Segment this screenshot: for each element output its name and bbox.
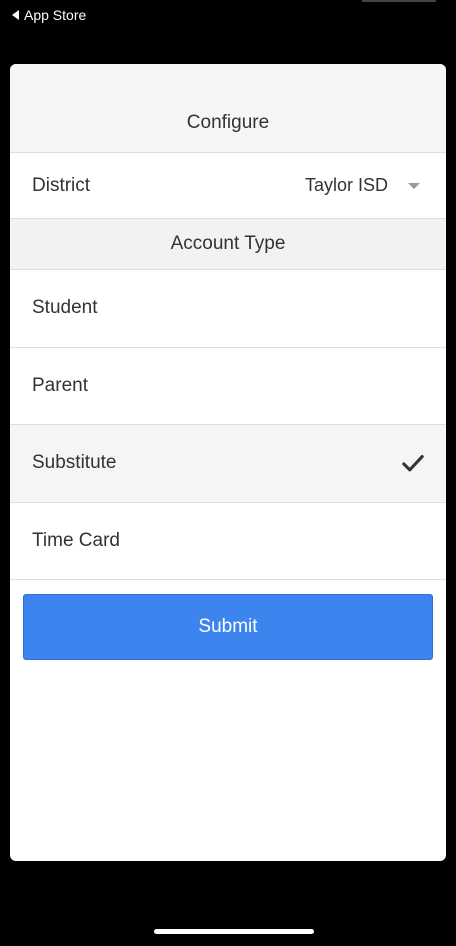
back-link-label: App Store	[24, 7, 87, 23]
district-label: District	[32, 174, 91, 196]
option-parent[interactable]: Parent	[10, 347, 446, 425]
district-select[interactable]: Taylor ISD	[305, 175, 424, 196]
district-selected-value: Taylor ISD	[304, 175, 388, 195]
option-label: Student	[32, 297, 98, 319]
back-arrow-icon	[12, 10, 19, 20]
sheet-header: Configure	[10, 64, 446, 153]
configure-sheet: Configure District Taylor ISD Account Ty…	[10, 64, 446, 861]
section-title: Account Type	[170, 233, 286, 254]
option-label: Parent	[32, 374, 88, 396]
app-screen: App Store Configure District Taylor ISD …	[0, 0, 456, 946]
option-label: Substitute	[32, 452, 117, 474]
status-indicator	[362, 0, 436, 2]
option-label: Time Card	[32, 529, 120, 551]
status-bar: App Store	[0, 0, 456, 34]
back-to-app-store-link[interactable]: App Store	[12, 7, 86, 23]
submit-button[interactable]: Submit	[23, 594, 433, 660]
caret-down-icon	[408, 182, 420, 189]
page-title: Configure	[186, 112, 270, 133]
district-row[interactable]: District Taylor ISD	[10, 153, 446, 219]
option-time-card[interactable]: Time Card	[10, 502, 446, 580]
option-substitute[interactable]: Substitute	[10, 425, 446, 503]
account-type-header: Account Type	[10, 219, 446, 270]
submit-container: Submit	[10, 580, 446, 660]
checkmark-icon	[402, 455, 424, 472]
option-student[interactable]: Student	[10, 270, 446, 348]
home-indicator[interactable]	[154, 929, 314, 934]
